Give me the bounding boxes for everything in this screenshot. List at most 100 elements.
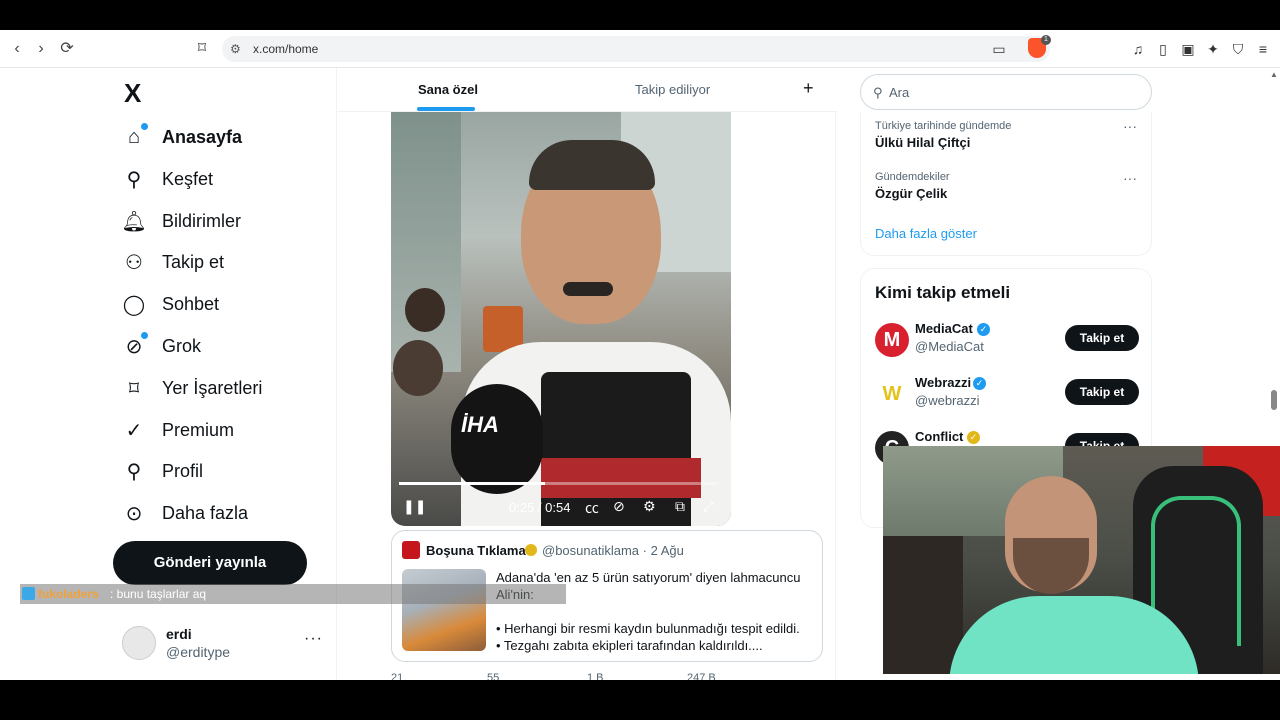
- suggestion-name: Webrazzi: [915, 375, 972, 390]
- suggestion-handle: @webrazzi: [915, 393, 980, 408]
- pause-icon[interactable]: ❚❚: [403, 498, 426, 515]
- repost-count[interactable]: 55: [487, 672, 499, 680]
- music-icon[interactable]: ♫: [1129, 40, 1147, 58]
- trend-more-icon[interactable]: ···: [1123, 118, 1137, 134]
- chat-username: fukoladers: [38, 587, 99, 601]
- cast-icon[interactable]: ▭: [990, 40, 1008, 58]
- vpn-icon[interactable]: ⛉: [1229, 40, 1247, 58]
- video-player[interactable]: İHA ❚❚ 0:25 / 0:54 ㏄ ⊘ ⚙ ⧉ ⤢: [391, 112, 731, 526]
- quoted-text-line: • Herhangi bir resmi kaydın bulunmadığı …: [496, 621, 800, 636]
- like-count[interactable]: 1 B: [587, 672, 604, 680]
- account-switcher[interactable]: erdi @erditype ···: [122, 624, 332, 664]
- profile-handle: @erditype: [166, 644, 231, 660]
- verified-badge-icon: ✓: [973, 377, 986, 390]
- avatar: M: [875, 323, 909, 357]
- more-options-icon[interactable]: ···: [304, 630, 323, 648]
- nav-profile[interactable]: ⚲ Profil: [122, 451, 203, 491]
- nav-chat[interactable]: ◯ Sohbet: [122, 284, 219, 324]
- search-input[interactable]: Ara: [889, 85, 909, 100]
- add-tab-icon[interactable]: +: [803, 78, 814, 99]
- forward-icon[interactable]: ›: [32, 40, 50, 58]
- fullscreen-icon[interactable]: ⤢: [703, 498, 714, 515]
- reload-icon[interactable]: ⟳: [58, 40, 76, 58]
- nav-bookmarks[interactable]: ⌑ Yer İşaretleri: [122, 368, 263, 408]
- bookmark-icon: ⌑: [128, 377, 140, 400]
- trend-title: Ülkü Hilal Çiftçi: [875, 135, 971, 150]
- microphone-logo: İHA: [461, 412, 499, 437]
- timeline-tabs: Sana özel Takip ediliyor +: [337, 68, 837, 112]
- follow-button[interactable]: Takip et: [1065, 325, 1139, 351]
- trend-item[interactable]: Türkiye tarihinde gündemde Ülkü Hilal Çi…: [875, 120, 1011, 150]
- follow-suggestion[interactable]: M MediaCat ✓ @MediaCat Takip et: [875, 321, 1141, 361]
- url-text[interactable]: x.com/home: [253, 42, 318, 56]
- nav-label: Grok: [162, 335, 202, 356]
- suggestion-name: Conflict: [915, 429, 964, 444]
- settings-icon[interactable]: ⚙: [643, 498, 656, 515]
- quoted-name: Boşuna Tıklama: [426, 543, 526, 558]
- sidebar-toggle-icon[interactable]: ▯: [1154, 40, 1172, 58]
- quoted-text: Adana'da 'en az 5 ürün satıyorum' diyen …: [496, 569, 812, 654]
- verified-badge-icon: ✓: [967, 431, 980, 444]
- more-icon: ⊙: [125, 502, 143, 525]
- post-button[interactable]: Gönderi yayınla: [113, 541, 307, 585]
- webcam-overlay: [883, 446, 1280, 674]
- video-frame-apron-stripe: [541, 458, 701, 498]
- nav-label: Yer İşaretleri: [162, 377, 263, 398]
- wallet-icon[interactable]: ▣: [1179, 40, 1197, 58]
- follow-button[interactable]: Takip et: [1065, 379, 1139, 405]
- scroll-up-icon[interactable]: ▲: [1270, 70, 1278, 79]
- avatar: [122, 626, 156, 660]
- tab-for-you[interactable]: Sana özel: [418, 82, 478, 97]
- address-bar[interactable]: ⚙ x.com/home ▭: [222, 36, 1050, 62]
- nav-premium[interactable]: ✓ Premium: [122, 410, 234, 450]
- search-icon: ⚲: [873, 85, 883, 100]
- search-icon: ⚲: [126, 168, 142, 191]
- site-settings-icon[interactable]: ⚙: [230, 42, 241, 56]
- video-frame-hair: [529, 140, 655, 190]
- nav-home[interactable]: ⌂ Anasayfa: [122, 117, 242, 157]
- bookmark-page-icon[interactable]: ⌑: [193, 40, 211, 58]
- trend-item[interactable]: Gündemdekiler Özgür Çelik: [875, 171, 950, 201]
- suggestion-handle: @MediaCat: [915, 339, 984, 354]
- x-logo-icon[interactable]: X: [124, 78, 141, 109]
- chat-badge-icon: [22, 587, 35, 600]
- view-count[interactable]: 247 B: [687, 672, 716, 680]
- top-black-bar: [0, 0, 1280, 30]
- grok-icon: ⊘: [122, 332, 148, 358]
- nav-label: Bildirimler: [162, 210, 242, 231]
- trend-more-icon[interactable]: ···: [1123, 170, 1137, 186]
- video-controls: ❚❚ 0:25 / 0:54 ㏄ ⊘ ⚙ ⧉ ⤢: [391, 496, 731, 520]
- back-icon[interactable]: ‹: [8, 40, 26, 58]
- profile-icon: ⚲: [126, 460, 142, 483]
- video-frame-microphone: [451, 384, 543, 494]
- leo-ai-icon[interactable]: ✦: [1204, 40, 1222, 58]
- brave-shields-icon[interactable]: 1: [1028, 35, 1051, 58]
- webcam-couch: [883, 536, 963, 674]
- nav-notifications[interactable]: 🔔︎ Bildirimler: [121, 201, 242, 241]
- captions-icon[interactable]: ㏄: [585, 498, 599, 518]
- nav-more[interactable]: ⊙ Daha fazla: [122, 493, 248, 533]
- menu-icon[interactable]: ≡: [1254, 40, 1272, 58]
- reply-count[interactable]: 21: [391, 672, 403, 680]
- nav-label: Sohbet: [162, 293, 220, 314]
- nav-label: Anasayfa: [162, 126, 243, 147]
- tab-following[interactable]: Takip ediliyor: [635, 82, 710, 97]
- video-frame-shelf: [391, 112, 461, 372]
- trends-panel: Türkiye tarihinde gündemde Ülkü Hilal Çi…: [860, 112, 1152, 256]
- nav-follow[interactable]: ⚇ Takip et: [122, 242, 224, 282]
- follow-icon: ⚇: [125, 251, 143, 274]
- video-progress-bar[interactable]: [399, 482, 717, 485]
- show-more-link[interactable]: Daha fazla göster: [875, 226, 977, 241]
- search-box[interactable]: ⚲ Ara: [860, 74, 1152, 110]
- brave-badge: 1: [1041, 35, 1051, 45]
- pip-icon[interactable]: ⧉: [675, 498, 685, 515]
- verified-badge-icon: ✓: [977, 323, 990, 336]
- video-frame-child: [393, 340, 443, 396]
- who-to-follow-title: Kimi takip etmeli: [875, 283, 1011, 302]
- follow-suggestion[interactable]: W Webrazzi ✓ @webrazzi Takip et: [875, 375, 1141, 415]
- nav-explore[interactable]: ⚲ Keşfet: [122, 159, 213, 199]
- mute-icon[interactable]: ⊘: [613, 498, 625, 515]
- nav-grok[interactable]: ⊘ Grok: [122, 326, 201, 366]
- scrollbar-thumb[interactable]: [1271, 390, 1277, 410]
- quoted-thumbnail: [402, 569, 486, 651]
